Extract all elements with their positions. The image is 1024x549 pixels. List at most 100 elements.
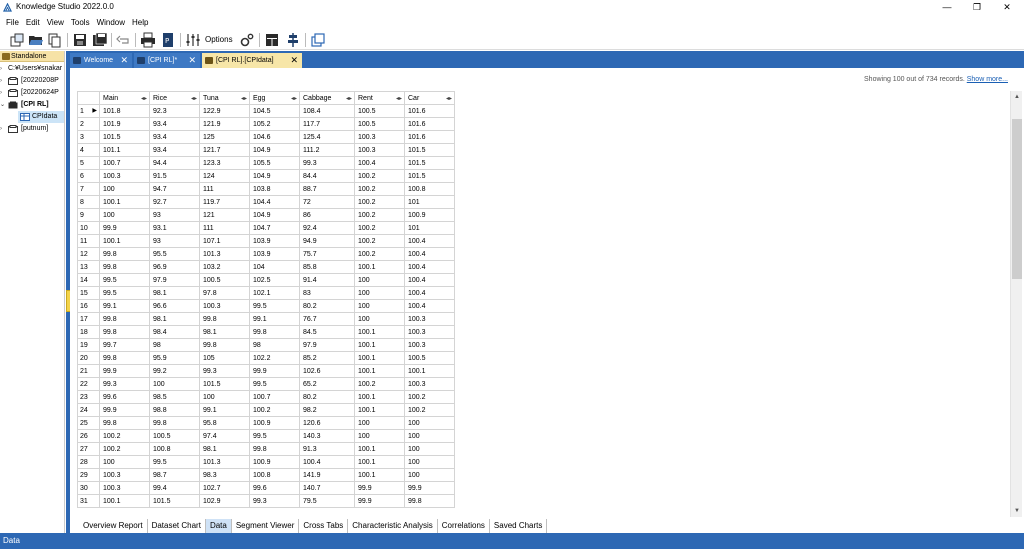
menu-view[interactable]: View <box>47 15 64 30</box>
table-cell[interactable]: 100.1 <box>354 455 405 469</box>
table-cell[interactable]: 105.2 <box>249 117 300 131</box>
table-cell[interactable]: 99.9 <box>99 364 150 378</box>
undo-icon[interactable] <box>116 32 132 48</box>
table-cell[interactable]: 95.5 <box>149 247 200 261</box>
table-cell[interactable]: 123.3 <box>199 156 250 170</box>
tab-cross-tabs[interactable]: Cross Tabs <box>299 519 349 533</box>
expand-chevron-icon[interactable]: › <box>0 123 5 135</box>
table-cell[interactable]: 100 <box>404 416 455 430</box>
maximize-button[interactable]: ❐ <box>962 0 992 15</box>
table-cell[interactable]: 100.3 <box>404 312 455 326</box>
table-cell[interactable]: 100.1 <box>354 338 405 352</box>
table-cell[interactable]: 85.8 <box>299 260 355 274</box>
menu-window[interactable]: Window <box>97 15 125 30</box>
table-cell[interactable]: 99.5 <box>149 455 200 469</box>
table-cell[interactable]: 103.2 <box>199 260 250 274</box>
table-cell[interactable]: 100.1 <box>354 403 405 417</box>
table-cell[interactable]: 100.2 <box>354 234 405 248</box>
table-cell[interactable]: 100.4 <box>404 260 455 274</box>
table-cell[interactable]: 100.3 <box>404 338 455 352</box>
table-row[interactable]: 12 99.8 95.5 101.3 103.9 75.7 100.2 100.4 <box>77 247 455 261</box>
table-cell[interactable]: 105 <box>199 351 250 365</box>
table-cell[interactable]: 101.6 <box>404 104 455 118</box>
table-cell[interactable]: 100.2 <box>404 390 455 404</box>
table-row[interactable]: 13 99.8 96.9 103.2 104 85.8 100.1 100.4 <box>77 260 455 274</box>
table-cell[interactable]: 99.6 <box>249 481 300 495</box>
table-cell[interactable]: 86 <box>299 208 355 222</box>
table-cell[interactable]: 98.1 <box>199 442 250 456</box>
table-cell[interactable]: 93.1 <box>149 221 200 235</box>
tab-segment-viewer[interactable]: Segment Viewer <box>231 519 300 533</box>
table-cell[interactable]: 99.9 <box>249 364 300 378</box>
table-cell[interactable]: 100.2 <box>354 247 405 261</box>
table-cell[interactable]: 121.9 <box>199 117 250 131</box>
column-menu-icon[interactable]: ◂▸ <box>446 95 452 102</box>
column-header-tuna[interactable]: Tuna ◂▸ <box>199 91 250 105</box>
table-cell[interactable]: 91.3 <box>299 442 355 456</box>
tab-close-icon[interactable]: ✕ <box>120 53 128 68</box>
table-row[interactable]: 3 101.5 93.4 125 104.6 125.4 100.3 101.6 <box>77 130 455 144</box>
table-cell[interactable]: 98 <box>149 338 200 352</box>
table-cell[interactable]: 100.9 <box>404 208 455 222</box>
table-cell[interactable]: 100.2 <box>354 208 405 222</box>
table-row[interactable]: 14 99.5 97.9 100.5 102.5 91.4 100 100.4 <box>77 273 455 287</box>
table-row[interactable]: 8 100.1 92.7 119.7 104.4 72 100.2 101 <box>77 195 455 209</box>
table-cell[interactable]: 99.8 <box>249 325 300 339</box>
table-cell[interactable]: 100 <box>354 416 405 430</box>
table-cell[interactable]: 100.2 <box>354 221 405 235</box>
table-cell[interactable]: 100.4 <box>404 247 455 261</box>
table-cell[interactable]: 100 <box>404 429 455 443</box>
table-row[interactable]: 29 100.3 98.7 98.3 100.8 141.9 100.1 100 <box>77 468 455 482</box>
tab-correlations[interactable]: Correlations <box>437 519 490 533</box>
table-row[interactable]: 18 99.8 98.4 98.1 99.8 84.5 100.1 100.3 <box>77 325 455 339</box>
table-cell[interactable]: 100 <box>149 377 200 391</box>
table-cell[interactable]: 100.2 <box>354 182 405 196</box>
table-cell[interactable]: 101.8 <box>99 104 150 118</box>
close-button[interactable]: ✕ <box>992 0 1022 15</box>
table-cell[interactable]: 94.7 <box>149 182 200 196</box>
table-cell[interactable]: 99.9 <box>99 221 150 235</box>
table-cell[interactable]: 72 <box>299 195 355 209</box>
table-cell[interactable]: 104.9 <box>249 208 300 222</box>
table-cell[interactable]: 101 <box>404 221 455 235</box>
menu-edit[interactable]: Edit <box>26 15 40 30</box>
tree-item-project-20220624[interactable]: › [20220624P <box>0 87 64 99</box>
row-number-header[interactable] <box>77 91 100 105</box>
table-cell[interactable]: 102.5 <box>249 273 300 287</box>
table-cell[interactable]: 79.5 <box>299 494 355 508</box>
table-cell[interactable]: 102.7 <box>199 481 250 495</box>
table-cell[interactable]: 99.3 <box>299 156 355 170</box>
table-row[interactable]: 27 100.2 100.8 98.1 99.8 91.3 100.1 100 <box>77 442 455 456</box>
table-cell[interactable]: 104.4 <box>249 195 300 209</box>
table-cell[interactable]: 95.8 <box>199 416 250 430</box>
table-cell[interactable]: 100.5 <box>199 273 250 287</box>
table-cell[interactable]: 100.3 <box>404 325 455 339</box>
table-cell[interactable]: 98 <box>249 338 300 352</box>
table-cell[interactable]: 100.2 <box>99 442 150 456</box>
table-cell[interactable]: 99.9 <box>354 494 405 508</box>
table-cell[interactable]: 93.4 <box>149 130 200 144</box>
table-cell[interactable]: 101.1 <box>99 143 150 157</box>
table-cell[interactable]: 100.4 <box>404 234 455 248</box>
table-cell[interactable]: 101.3 <box>199 247 250 261</box>
table-cell[interactable]: 100.8 <box>249 468 300 482</box>
table-cell[interactable]: 100 <box>404 442 455 456</box>
table-cell[interactable]: 91.5 <box>149 169 200 183</box>
table-row[interactable]: 19 99.7 98 99.8 98 97.9 100.1 100.3 <box>77 338 455 352</box>
table-cell[interactable]: 99.8 <box>149 416 200 430</box>
tab-data[interactable]: Data <box>205 519 232 533</box>
table-cell[interactable]: 100 <box>354 312 405 326</box>
table-cell[interactable]: 119.7 <box>199 195 250 209</box>
table-cell[interactable]: 94.4 <box>149 156 200 170</box>
table-row[interactable]: 26 100.2 100.5 97.4 99.5 140.3 100 100 <box>77 429 455 443</box>
menu-tools[interactable]: Tools <box>71 15 90 30</box>
table-row[interactable]: 20 99.8 95.9 105 102.2 85.2 100.1 100.5 <box>77 351 455 365</box>
scroll-down-icon[interactable]: ▼ <box>1011 505 1023 517</box>
table-cell[interactable]: 121 <box>199 208 250 222</box>
table-cell[interactable]: 98.8 <box>149 403 200 417</box>
table-row[interactable]: 24 99.9 98.8 99.1 100.2 98.2 100.1 100.2 <box>77 403 455 417</box>
table-cell[interactable]: 76.7 <box>299 312 355 326</box>
tab-characteristic-analysis[interactable]: Characteristic Analysis <box>348 519 438 533</box>
table-row[interactable]: 15 99.5 98.1 97.8 102.1 83 100 100.4 <box>77 286 455 300</box>
table-cell[interactable]: 100.9 <box>249 455 300 469</box>
